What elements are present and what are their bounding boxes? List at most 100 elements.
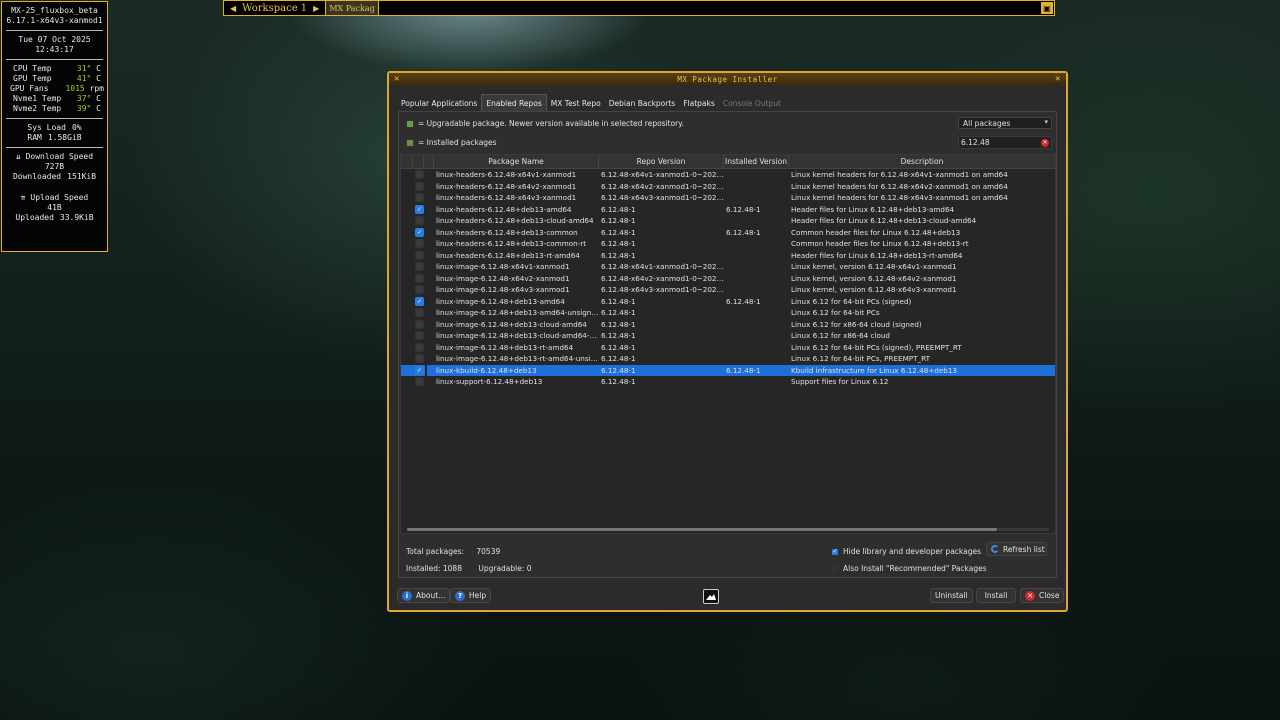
workspace-name[interactable]: Workspace 1 — [242, 3, 307, 14]
gpu-temp-value: 41° — [76, 74, 92, 83]
package-name: linux-headers-6.12.48-x64v2-xanmod1 — [436, 181, 577, 191]
row-checkbox[interactable]: ✓ — [415, 296, 424, 306]
table-row[interactable]: ✓ linux-headers-6.12.48+deb13-amd64 6.12.4… — [401, 203, 1055, 216]
installed-legend-text: = Installed packages — [418, 138, 497, 147]
recommended-checkbox[interactable] — [832, 565, 838, 572]
about-button[interactable]: i About... — [397, 588, 451, 603]
column-description[interactable]: Description — [789, 155, 1055, 168]
package-description: Linux 6.12 for 64-bit PCs — [791, 308, 880, 318]
title-bar[interactable]: ✕ MX Package Installer ✕ — [389, 73, 1066, 85]
column-installed-version[interactable]: Installed Version — [724, 155, 789, 168]
row-checkbox[interactable] — [415, 181, 424, 191]
uninstall-button[interactable]: Uninstall — [930, 588, 973, 603]
tray-icon[interactable]: ▣ — [1041, 2, 1053, 14]
row-checkbox[interactable] — [415, 216, 424, 226]
table-row[interactable]: ✓ linux-headers-6.12.48+deb13-common 6.12.… — [401, 226, 1055, 239]
tab-enabled-repos[interactable]: Enabled Repos — [481, 94, 547, 111]
recommended-option[interactable]: Also Install "Recommended" Packages — [832, 564, 987, 573]
repo-version: 6.12.48-x64v2-xanmod1-0~2025... — [601, 181, 724, 191]
table-row[interactable]: linux-image-6.12.48+deb13-cloud-amd64-un… — [401, 330, 1055, 342]
date: Tue 07 Oct 2025 — [18, 35, 91, 44]
row-checkbox[interactable] — [415, 285, 424, 295]
row-checkbox[interactable] — [415, 319, 424, 329]
package-description: Header files for Linux 6.12.48+deb13-clo… — [791, 216, 977, 226]
window-menu-icon[interactable]: ✕ — [391, 73, 403, 85]
close-window-icon[interactable]: ✕ — [1052, 73, 1064, 85]
row-checkbox[interactable] — [415, 239, 424, 249]
installed-status-icon — [425, 226, 427, 238]
refresh-list-button[interactable]: Refresh list — [986, 542, 1047, 556]
row-checkbox[interactable] — [415, 250, 424, 260]
divider — [6, 59, 103, 60]
mx-package-installer-window: ✕ MX Package Installer ✕ Popular Applica… — [387, 71, 1068, 612]
table-row[interactable]: linux-headers-6.12.48-x64v2-xanmod1 6.12.… — [401, 181, 1055, 193]
table-row[interactable]: linux-headers-6.12.48-x64v3-xanmod1 6.12.… — [401, 192, 1055, 204]
row-checkbox[interactable] — [415, 170, 424, 180]
table-row[interactable]: linux-image-6.12.48+deb13-rt-amd64 6.12.4… — [401, 342, 1055, 354]
table-row[interactable]: linux-headers-6.12.48+deb13-rt-amd64 6.12… — [401, 250, 1055, 262]
tab-popular-applications[interactable]: Popular Applications — [397, 96, 481, 111]
row-checkbox[interactable]: ✓ — [415, 227, 424, 237]
tab-console-output[interactable]: Console Output — [719, 96, 785, 111]
column-package-name[interactable]: Package Name — [434, 155, 599, 168]
download-speed-value: 727B — [44, 162, 65, 171]
row-checkbox[interactable]: ✓ — [415, 365, 424, 375]
column-repo-version[interactable]: Repo Version — [599, 155, 724, 168]
hide-library-checkbox[interactable]: ✓ — [832, 548, 838, 555]
package-table: Package Name Repo Version Installed Vers… — [400, 154, 1056, 534]
row-checkbox[interactable] — [415, 331, 424, 341]
table-row[interactable]: linux-image-6.12.48-x64v3-xanmod1 6.12.48… — [401, 284, 1055, 296]
package-name: linux-support-6.12.48+deb13 — [436, 377, 543, 387]
hostname: MX-25_fluxbox_beta — [11, 6, 98, 15]
close-icon: ✕ — [1025, 590, 1035, 601]
row-checkbox[interactable] — [415, 377, 424, 387]
table-row[interactable]: ✓ linux-kbuild-6.12.48+deb13 6.12.48-1 6.12… — [401, 364, 1055, 376]
package-description: Linux 6.12 for 64-bit PCs, PREEMPT_RT — [791, 354, 930, 364]
row-checkbox[interactable] — [415, 262, 424, 272]
workspace-switcher: ◀ Workspace 1 ▶ — [224, 1, 325, 15]
scrollbar-thumb[interactable] — [407, 528, 997, 531]
prev-workspace-icon[interactable]: ◀ — [230, 4, 236, 13]
package-filter-dropdown[interactable]: All packages ▾ — [958, 117, 1052, 129]
window-title: MX Package Installer — [677, 74, 778, 84]
close-label: Close — [1039, 591, 1060, 600]
table-row[interactable]: linux-image-6.12.48+deb13-amd64-unsigned… — [401, 307, 1055, 319]
package-description: Header files for Linux 6.12.48+deb13-rt-… — [791, 250, 963, 260]
tab-mx-test-repo[interactable]: MX Test Repo — [547, 96, 605, 111]
row-checkbox[interactable] — [415, 354, 424, 364]
help-button[interactable]: ? Help — [450, 588, 492, 603]
table-row[interactable]: linux-image-6.12.48+deb13-cloud-amd64 6.1… — [401, 319, 1055, 331]
table-row[interactable]: linux-image-6.12.48+deb13-rt-amd64-unsig… — [401, 353, 1055, 365]
table-row[interactable]: linux-image-6.12.48-x64v1-xanmod1 6.12.48… — [401, 261, 1055, 273]
tab-flatpaks[interactable]: Flatpaks — [679, 96, 719, 111]
table-row[interactable]: linux-headers-6.12.48-x64v1-xanmod1 6.12.… — [401, 169, 1055, 181]
table-row[interactable]: linux-headers-6.12.48+deb13-cloud-amd64 6… — [401, 215, 1055, 227]
row-checkbox[interactable] — [415, 308, 424, 318]
row-checkbox[interactable] — [415, 273, 424, 283]
taskbar-item-mx-package[interactable]: MX Packag — [325, 1, 379, 15]
close-button[interactable]: ✕ Close — [1020, 588, 1065, 603]
table-row[interactable]: linux-support-6.12.48+deb13 6.12.48-1 Supp… — [401, 376, 1055, 388]
row-checkbox[interactable] — [415, 193, 424, 203]
row-checkbox[interactable] — [415, 342, 424, 352]
row-checkbox[interactable]: ✓ — [415, 204, 424, 214]
horizontal-scrollbar[interactable] — [407, 528, 1049, 531]
hide-library-option[interactable]: ✓ Hide library and developer packages — [832, 547, 981, 556]
table-row[interactable]: ✓ linux-image-6.12.48+deb13-amd64 6.12.48-… — [401, 295, 1055, 308]
table-row[interactable]: linux-image-6.12.48-x64v2-xanmod1 6.12.48… — [401, 273, 1055, 285]
table-row[interactable]: linux-headers-6.12.48+deb13-common-rt 6.1… — [401, 238, 1055, 250]
repo-version: 6.12.48-1 — [601, 250, 636, 260]
gpu-temp-label: GPU Temp — [13, 74, 52, 83]
kernel-version: 6.17.1-x64v3-xanmod1 — [6, 16, 103, 25]
ram-row: RAM 1.58GiB — [2, 133, 107, 143]
workspace-bar: ◀ Workspace 1 ▶ MX Packag ▣ — [223, 0, 1055, 16]
clear-search-icon[interactable]: ✕ — [1041, 139, 1049, 147]
refresh-label: Refresh list — [1003, 544, 1045, 554]
table-body: linux-headers-6.12.48-x64v1-xanmod1 6.12.… — [401, 169, 1055, 388]
gpu-temp-unit: C — [96, 74, 101, 83]
next-workspace-icon[interactable]: ▶ — [313, 4, 319, 13]
gpu-fans-value: 1015 — [65, 84, 85, 93]
install-button[interactable]: Install — [976, 588, 1016, 603]
search-input[interactable]: 6.12.48 ✕ — [958, 136, 1052, 149]
tab-debian-backports[interactable]: Debian Backports — [605, 96, 679, 111]
